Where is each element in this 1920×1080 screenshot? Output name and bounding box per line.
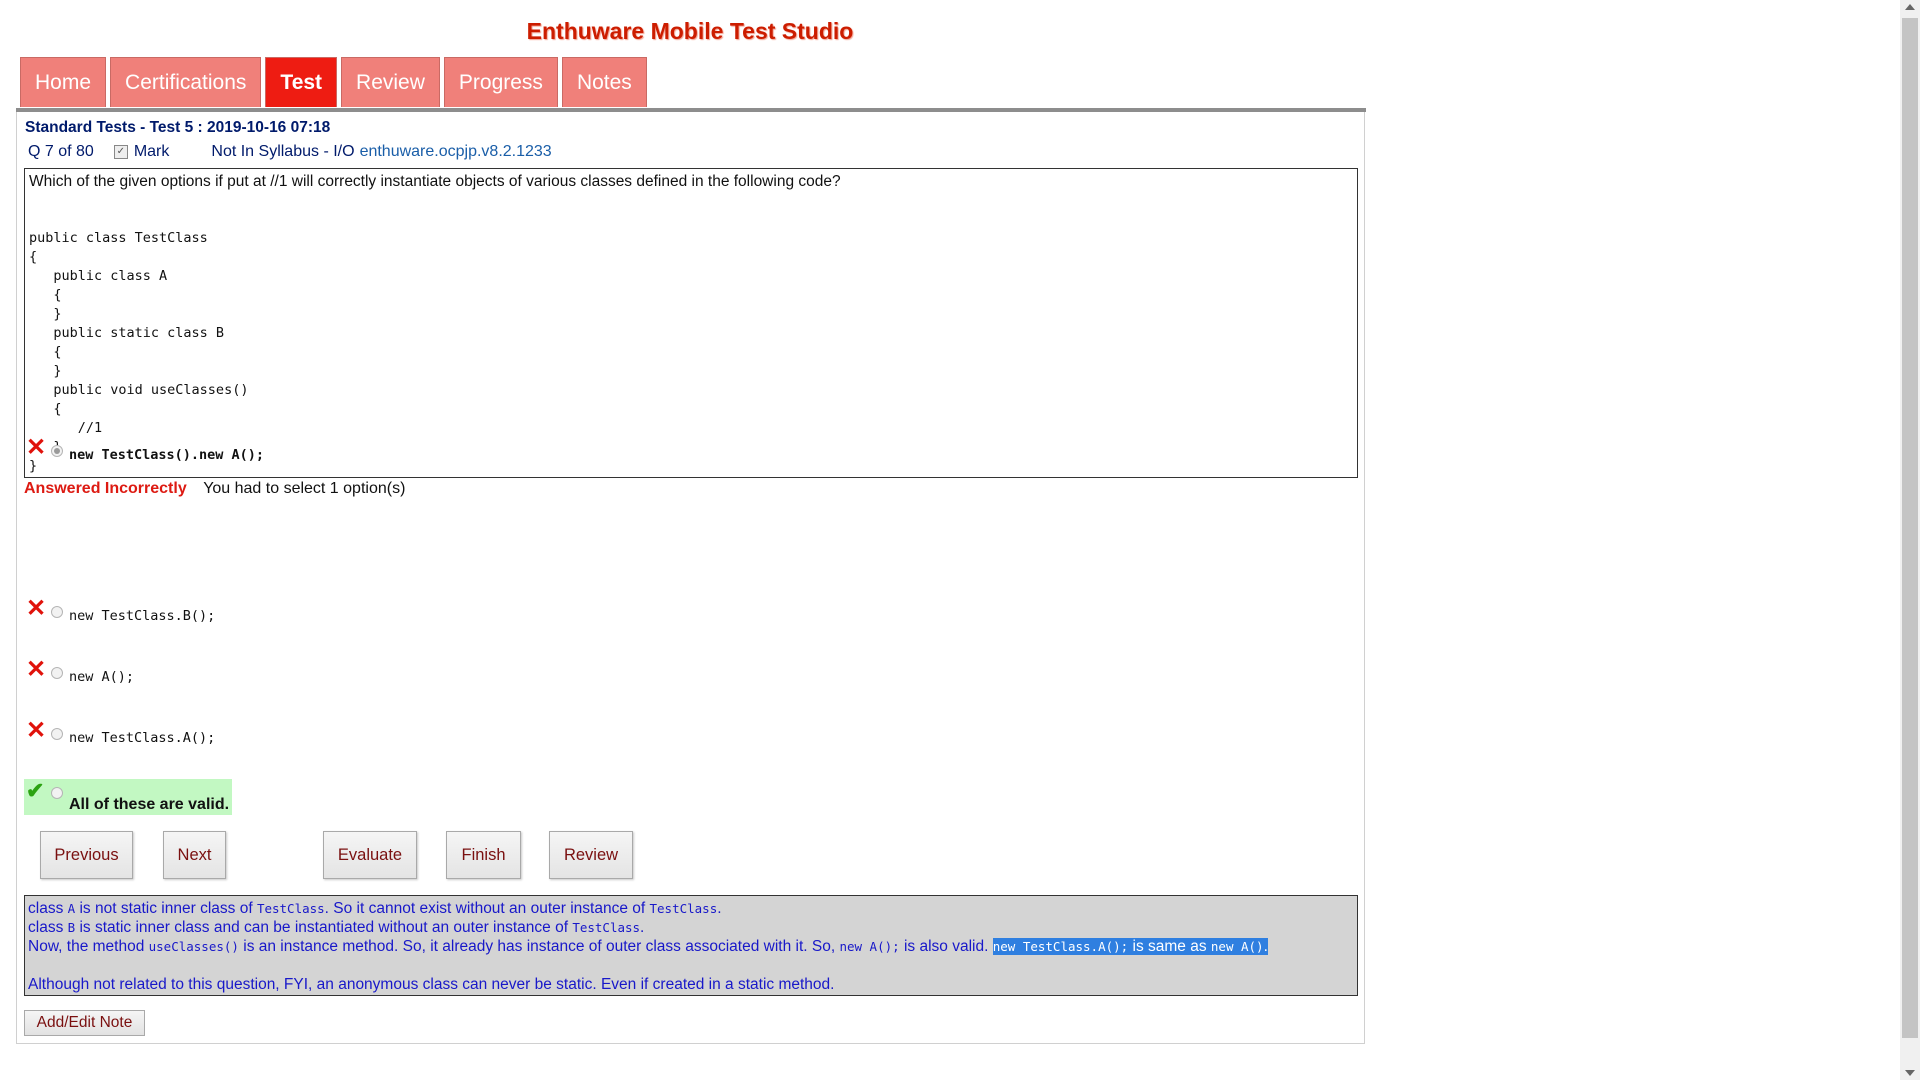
explanation-code: new A() xyxy=(1210,939,1264,954)
test-header: Standard Tests - Test 5 : 2019-10-16 07:… xyxy=(25,119,331,136)
explanation-code: TestClass xyxy=(256,901,325,916)
option-3-radio[interactable] xyxy=(51,667,63,679)
question-counter: Q 7 of 80 xyxy=(28,143,94,160)
option-1-radio[interactable] xyxy=(51,445,63,457)
explanation-code: useClasses() xyxy=(148,939,239,954)
explanation-text: is static inner class and can be instant… xyxy=(75,919,573,936)
explanation-text: is not static inner class of xyxy=(75,900,257,917)
tab-test[interactable]: Test xyxy=(265,57,338,107)
result-line: Answered Incorrectly You had to select 1… xyxy=(24,480,405,498)
option-4-text: new TestClass.A(); xyxy=(69,730,216,746)
scroll-up-arrow-icon[interactable] xyxy=(1905,4,1915,10)
explanation-line-1: class A is not static inner class of Tes… xyxy=(28,899,1354,918)
x-mark-icon: ✕ xyxy=(26,434,47,461)
explanation-text: . xyxy=(717,900,722,917)
explanation-text: is also valid. xyxy=(899,938,993,955)
option-2-radio[interactable] xyxy=(51,606,63,618)
option-5-text: All of these are valid. xyxy=(69,796,230,813)
main-tabs: Home Certifications Test Review Progress… xyxy=(20,57,647,109)
explanation-text: is an instance method. So, it already ha… xyxy=(238,938,840,955)
explanation-text: . xyxy=(1263,938,1268,955)
scrollbar-thumb[interactable] xyxy=(1902,18,1918,1038)
explanation-text: is same as xyxy=(1128,938,1211,955)
explanation-code: new TestClass.A(); xyxy=(992,939,1129,954)
tab-notes[interactable]: Notes xyxy=(561,57,647,107)
option-5: ✔ All of these are valid. xyxy=(24,779,232,815)
explanation-text: . xyxy=(640,919,645,936)
explanation-line-4: Although not related to this question, F… xyxy=(28,976,835,993)
result-requirement: You had to select 1 option(s) xyxy=(203,480,406,497)
review-button[interactable]: Review xyxy=(549,831,633,879)
explanation-code: TestClass xyxy=(649,901,718,916)
mark-checkbox[interactable]: ✓ xyxy=(113,145,128,159)
explanation-text: class xyxy=(28,900,68,917)
app-title: Enthuware Mobile Test Studio xyxy=(526,18,854,44)
explanation-code: TestClass xyxy=(572,920,641,935)
option-2-text: new TestClass.B(); xyxy=(69,608,216,624)
question-id-link[interactable]: enthuware.ocpjp.v8.2.1233 xyxy=(360,143,552,161)
finish-button[interactable]: Finish xyxy=(446,831,521,879)
tab-review[interactable]: Review xyxy=(341,57,440,107)
option-1-text: new TestClass().new A(); xyxy=(69,447,265,463)
option-5-radio[interactable] xyxy=(51,787,63,799)
explanation-line-2: class B is static inner class and can be… xyxy=(28,918,1354,937)
evaluate-button[interactable]: Evaluate xyxy=(323,831,417,879)
explanation-line-3: Now, the method useClasses() is an insta… xyxy=(28,937,1354,956)
option-3-text: new A(); xyxy=(69,669,135,685)
explanation-box: class A is not static inner class of Tes… xyxy=(24,895,1358,996)
tab-certifications[interactable]: Certifications xyxy=(110,57,262,107)
next-button[interactable]: Next xyxy=(163,831,226,879)
explanation-code: new A(); xyxy=(839,939,900,954)
question-topic: Not In Syllabus - I/O xyxy=(211,143,355,160)
option-4-radio[interactable] xyxy=(51,728,63,740)
x-mark-icon: ✕ xyxy=(26,717,47,744)
explanation-text: . So it cannot exist without an outer in… xyxy=(324,900,650,917)
vertical-scrollbar[interactable] xyxy=(1900,0,1920,1080)
previous-button[interactable]: Previous xyxy=(40,831,133,879)
mark-label: Mark xyxy=(133,143,170,160)
add-edit-note-button[interactable]: Add/Edit Note xyxy=(24,1010,145,1036)
explanation-text: class xyxy=(28,919,68,936)
x-mark-icon: ✕ xyxy=(26,656,47,683)
scroll-down-arrow-icon[interactable] xyxy=(1905,1070,1915,1076)
x-mark-icon: ✕ xyxy=(26,595,47,622)
tab-progress[interactable]: Progress xyxy=(443,57,558,107)
tab-home[interactable]: Home xyxy=(20,57,107,107)
selected-text: new TestClass.A(); is same as new A(). xyxy=(992,938,1268,955)
check-mark-icon: ✔ xyxy=(26,778,45,803)
explanation-text: Now, the method xyxy=(28,938,149,955)
question-meta-bar: Q 7 of 80 ✓ Mark Not In Syllabus - I/O e… xyxy=(28,143,552,161)
question-code: public class TestClass { public class A … xyxy=(29,230,249,474)
explanation-spacer xyxy=(28,956,1354,975)
question-box: Which of the given options if put at //1… xyxy=(24,168,1358,478)
result-status: Answered Incorrectly xyxy=(24,480,187,497)
question-text: Which of the given options if put at //1… xyxy=(29,173,841,190)
